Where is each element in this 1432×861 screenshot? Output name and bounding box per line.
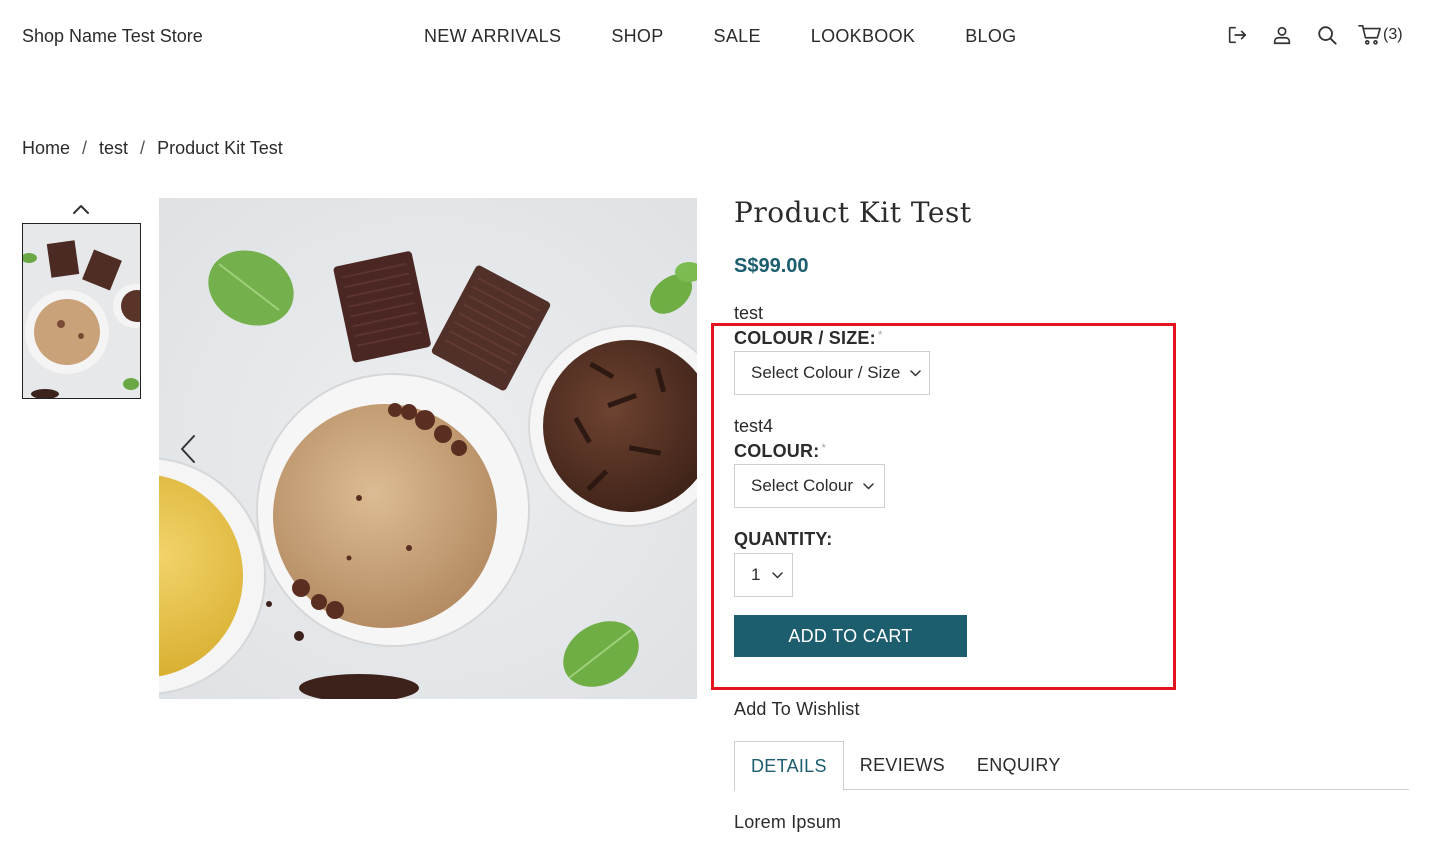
breadcrumb-category[interactable]: test <box>99 138 128 159</box>
product-title: Product Kit Test <box>734 196 972 229</box>
add-to-wishlist-link[interactable]: Add To Wishlist <box>734 699 860 720</box>
nav-item-lookbook[interactable]: LOOKBOOK <box>811 26 915 47</box>
product-tabs: DETAILS REVIEWS ENQUIRY <box>734 741 1409 791</box>
logout-icon[interactable] <box>1224 22 1250 48</box>
colour-select[interactable]: Select Colour <box>734 464 885 508</box>
product-price: S$99.00 <box>734 255 809 277</box>
ice-cream-thumbnail-image <box>23 224 140 398</box>
required-marker: * <box>821 441 827 455</box>
colour-size-select[interactable]: Select Colour / Size <box>734 351 930 395</box>
colour-select-value: Select Colour <box>751 476 854 495</box>
cart-count: (3) <box>1383 26 1403 43</box>
store-name[interactable]: Shop Name Test Store <box>22 26 203 47</box>
chevron-down-icon <box>772 571 784 579</box>
nav-item-shop[interactable]: SHOP <box>611 26 663 47</box>
breadcrumb: Home / test / Product Kit Test <box>22 138 283 159</box>
nav-item-blog[interactable]: BLOG <box>965 26 1016 47</box>
colour-size-label-text: COLOUR / SIZE: <box>734 328 876 348</box>
chevron-up-icon <box>73 205 89 214</box>
nav-item-sale[interactable]: SALE <box>714 26 761 47</box>
tab-reviews[interactable]: REVIEWS <box>844 741 961 790</box>
colour-label-text: COLOUR: <box>734 441 820 461</box>
tab-enquiry[interactable]: ENQUIRY <box>961 741 1077 790</box>
tab-details[interactable]: DETAILS <box>734 741 844 791</box>
site-header: Shop Name Test Store NEW ARRIVALS SHOP S… <box>0 0 1432 72</box>
product-thumbnail[interactable] <box>22 223 141 399</box>
breadcrumb-separator: / <box>82 138 88 158</box>
chevron-left-icon <box>181 435 195 463</box>
cart-button[interactable]: (3) <box>1358 24 1403 46</box>
colour-size-label: COLOUR / SIZE: * <box>734 328 930 349</box>
option-group-test4: test4 COLOUR: * Select Colour <box>734 415 885 508</box>
cart-icon <box>1358 24 1382 46</box>
chevron-down-icon <box>910 369 922 377</box>
product-main-image <box>159 198 697 699</box>
user-icon[interactable] <box>1269 22 1295 48</box>
add-to-cart-button[interactable]: ADD TO CART <box>734 615 967 657</box>
colour-size-select-value: Select Colour / Size <box>751 363 901 382</box>
quantity-label: QUANTITY: <box>734 529 833 549</box>
breadcrumb-home[interactable]: Home <box>22 138 70 159</box>
breadcrumb-current: Product Kit Test <box>157 138 283 158</box>
colour-label: COLOUR: * <box>734 441 885 462</box>
search-icon[interactable] <box>1314 22 1340 48</box>
nav-item-new-arrivals[interactable]: NEW ARRIVALS <box>424 26 561 47</box>
option-group-name: test4 <box>734 416 774 436</box>
thumbnail-scroll-up-button[interactable] <box>71 200 91 218</box>
quantity-group: QUANTITY: 1 <box>734 528 832 597</box>
image-previous-button[interactable] <box>175 432 201 466</box>
chevron-down-icon <box>863 482 874 490</box>
tab-content-text: Lorem Ipsum <box>734 812 842 832</box>
option-group-name: test <box>734 303 764 323</box>
header-icons: (3) <box>1224 22 1403 48</box>
option-group-test: test COLOUR / SIZE: * Select Colour / Siz… <box>734 302 930 395</box>
quantity-select[interactable]: 1 <box>734 553 793 597</box>
ice-cream-product-image <box>159 198 697 699</box>
required-marker: * <box>877 328 883 342</box>
breadcrumb-separator: / <box>140 138 146 158</box>
quantity-value: 1 <box>751 565 761 584</box>
main-nav: NEW ARRIVALS SHOP SALE LOOKBOOK BLOG <box>424 26 1016 47</box>
